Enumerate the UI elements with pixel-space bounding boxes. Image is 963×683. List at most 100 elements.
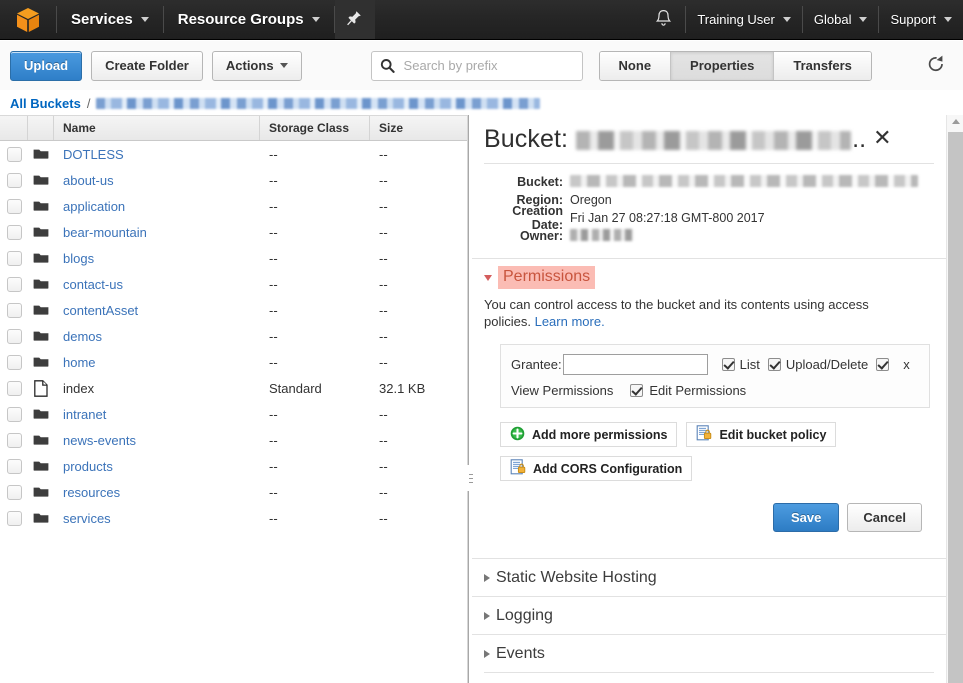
nav-support-menu[interactable]: Support — [879, 0, 963, 39]
row-name-link[interactable]: contact-us — [63, 277, 123, 292]
checkbox-list[interactable] — [722, 358, 735, 371]
row-name-link[interactable]: intranet — [63, 407, 106, 422]
upload-button[interactable]: Upload — [10, 51, 82, 81]
meta-value — [570, 175, 918, 190]
row-checkbox[interactable] — [7, 277, 22, 292]
row-checkbox[interactable] — [7, 407, 22, 422]
row-name-link[interactable]: about-us — [63, 173, 114, 188]
nav-services-label: Services — [71, 11, 133, 28]
table-row[interactable]: resources---- — [0, 479, 468, 505]
table-row[interactable]: contact-us---- — [0, 271, 468, 297]
row-name-link[interactable]: home — [63, 355, 96, 370]
row-size-cell: 32.1 KB — [370, 381, 468, 396]
table-row[interactable]: contentAsset---- — [0, 297, 468, 323]
table-row[interactable]: services---- — [0, 505, 468, 531]
row-name-link[interactable]: bear-mountain — [63, 225, 147, 240]
search-input[interactable] — [371, 51, 583, 81]
grantee-line-primary: Grantee: List Upload/Delete x — [511, 354, 919, 375]
row-name-link[interactable]: resources — [63, 485, 120, 500]
row-checkbox[interactable] — [7, 459, 22, 474]
row-checkbox[interactable] — [7, 485, 22, 500]
section-header-events[interactable]: Events — [472, 634, 946, 672]
table-row[interactable]: indexStandard32.1 KB — [0, 375, 468, 401]
row-select-cell — [0, 407, 28, 422]
row-select-cell — [0, 147, 28, 162]
table-row[interactable]: bear-mountain---- — [0, 219, 468, 245]
nav-region-menu[interactable]: Global — [803, 0, 879, 39]
actions-menu-button[interactable]: Actions — [212, 51, 302, 81]
row-checkbox[interactable] — [7, 199, 22, 214]
meta-label: Creation Date: — [484, 204, 570, 232]
table-row[interactable]: news-events---- — [0, 427, 468, 453]
close-icon[interactable]: ✕ — [869, 125, 895, 151]
row-checkbox[interactable] — [7, 147, 22, 162]
grantee-input[interactable] — [563, 354, 708, 375]
scroll-up-arrow-icon[interactable] — [952, 119, 960, 124]
tab-transfers[interactable]: Transfers — [774, 52, 871, 80]
table-row[interactable]: demos---- — [0, 323, 468, 349]
table-row[interactable]: home---- — [0, 349, 468, 375]
row-checkbox[interactable] — [7, 381, 22, 396]
scrollbar-thumb[interactable] — [948, 132, 963, 683]
row-name-link[interactable]: demos — [63, 329, 102, 344]
meta-row-bucket: Bucket: — [484, 174, 934, 190]
table-row[interactable]: intranet---- — [0, 401, 468, 427]
properties-scrollbar[interactable] — [946, 115, 963, 683]
table-row[interactable]: application---- — [0, 193, 468, 219]
row-checkbox[interactable] — [7, 251, 22, 266]
breadcrumb-path-redacted[interactable] — [96, 98, 540, 109]
section-header-static-website-hosting[interactable]: Static Website Hosting — [472, 558, 946, 596]
cancel-button[interactable]: Cancel — [847, 503, 922, 532]
row-name-link[interactable]: DOTLESS — [63, 147, 124, 162]
nav-services-menu[interactable]: Services — [57, 0, 163, 39]
row-checkbox[interactable] — [7, 329, 22, 344]
remove-grantee-button[interactable]: x — [903, 357, 910, 372]
nav-resource-groups-menu[interactable]: Resource Groups — [164, 0, 334, 39]
notifications-button[interactable] — [641, 0, 685, 39]
page-title: Bucket:.. — [484, 125, 866, 154]
row-checkbox[interactable] — [7, 173, 22, 188]
row-name-link[interactable]: contentAsset — [63, 303, 138, 318]
nav-user-menu[interactable]: Training User — [686, 0, 802, 39]
row-checkbox[interactable] — [7, 511, 22, 526]
row-name-link[interactable]: news-events — [63, 433, 136, 448]
row-name-link[interactable]: index — [63, 381, 94, 396]
save-button[interactable]: Save — [773, 503, 839, 532]
edit-bucket-policy-button[interactable]: Edit bucket policy — [686, 422, 836, 447]
column-header-storage-class[interactable]: Storage Class — [260, 116, 370, 140]
pane-splitter[interactable] — [468, 115, 471, 683]
aws-logo-button[interactable] — [0, 0, 56, 39]
tab-properties-label: Properties — [690, 58, 754, 73]
row-name-link[interactable]: services — [63, 511, 111, 526]
row-name-link[interactable]: blogs — [63, 251, 94, 266]
row-checkbox[interactable] — [7, 303, 22, 318]
tab-none-label: None — [619, 58, 652, 73]
create-folder-button[interactable]: Create Folder — [91, 51, 203, 81]
table-row[interactable]: blogs---- — [0, 245, 468, 271]
add-more-permissions-button[interactable]: Add more permissions — [500, 422, 677, 447]
row-checkbox[interactable] — [7, 355, 22, 370]
checkbox-upload-delete[interactable] — [768, 358, 781, 371]
column-header-size[interactable]: Size — [370, 116, 468, 140]
row-checkbox[interactable] — [7, 433, 22, 448]
row-checkbox[interactable] — [7, 225, 22, 240]
add-cors-configuration-button[interactable]: Add CORS Configuration — [500, 456, 692, 481]
refresh-button[interactable] — [919, 51, 953, 81]
row-name-link[interactable]: application — [63, 199, 125, 214]
section-header-permissions[interactable]: Permissions — [472, 258, 946, 296]
section-header-logging[interactable]: Logging — [472, 596, 946, 634]
row-name-link[interactable]: products — [63, 459, 113, 474]
pin-shortcut-button[interactable] — [335, 0, 375, 39]
tab-none[interactable]: None — [600, 52, 672, 80]
row-select-cell — [0, 433, 28, 448]
breadcrumb-all-buckets[interactable]: All Buckets — [10, 96, 81, 111]
column-header-name[interactable]: Name — [54, 116, 260, 140]
learn-more-link[interactable]: Learn more. — [535, 314, 605, 329]
tab-properties[interactable]: Properties — [671, 52, 774, 80]
checkbox-edit-permissions[interactable] — [630, 384, 643, 397]
table-row[interactable]: about-us---- — [0, 167, 468, 193]
table-row[interactable]: DOTLESS---- — [0, 141, 468, 167]
splitter-grip[interactable] — [467, 465, 474, 491]
table-row[interactable]: products---- — [0, 453, 468, 479]
checkbox-view-permissions[interactable] — [876, 358, 889, 371]
